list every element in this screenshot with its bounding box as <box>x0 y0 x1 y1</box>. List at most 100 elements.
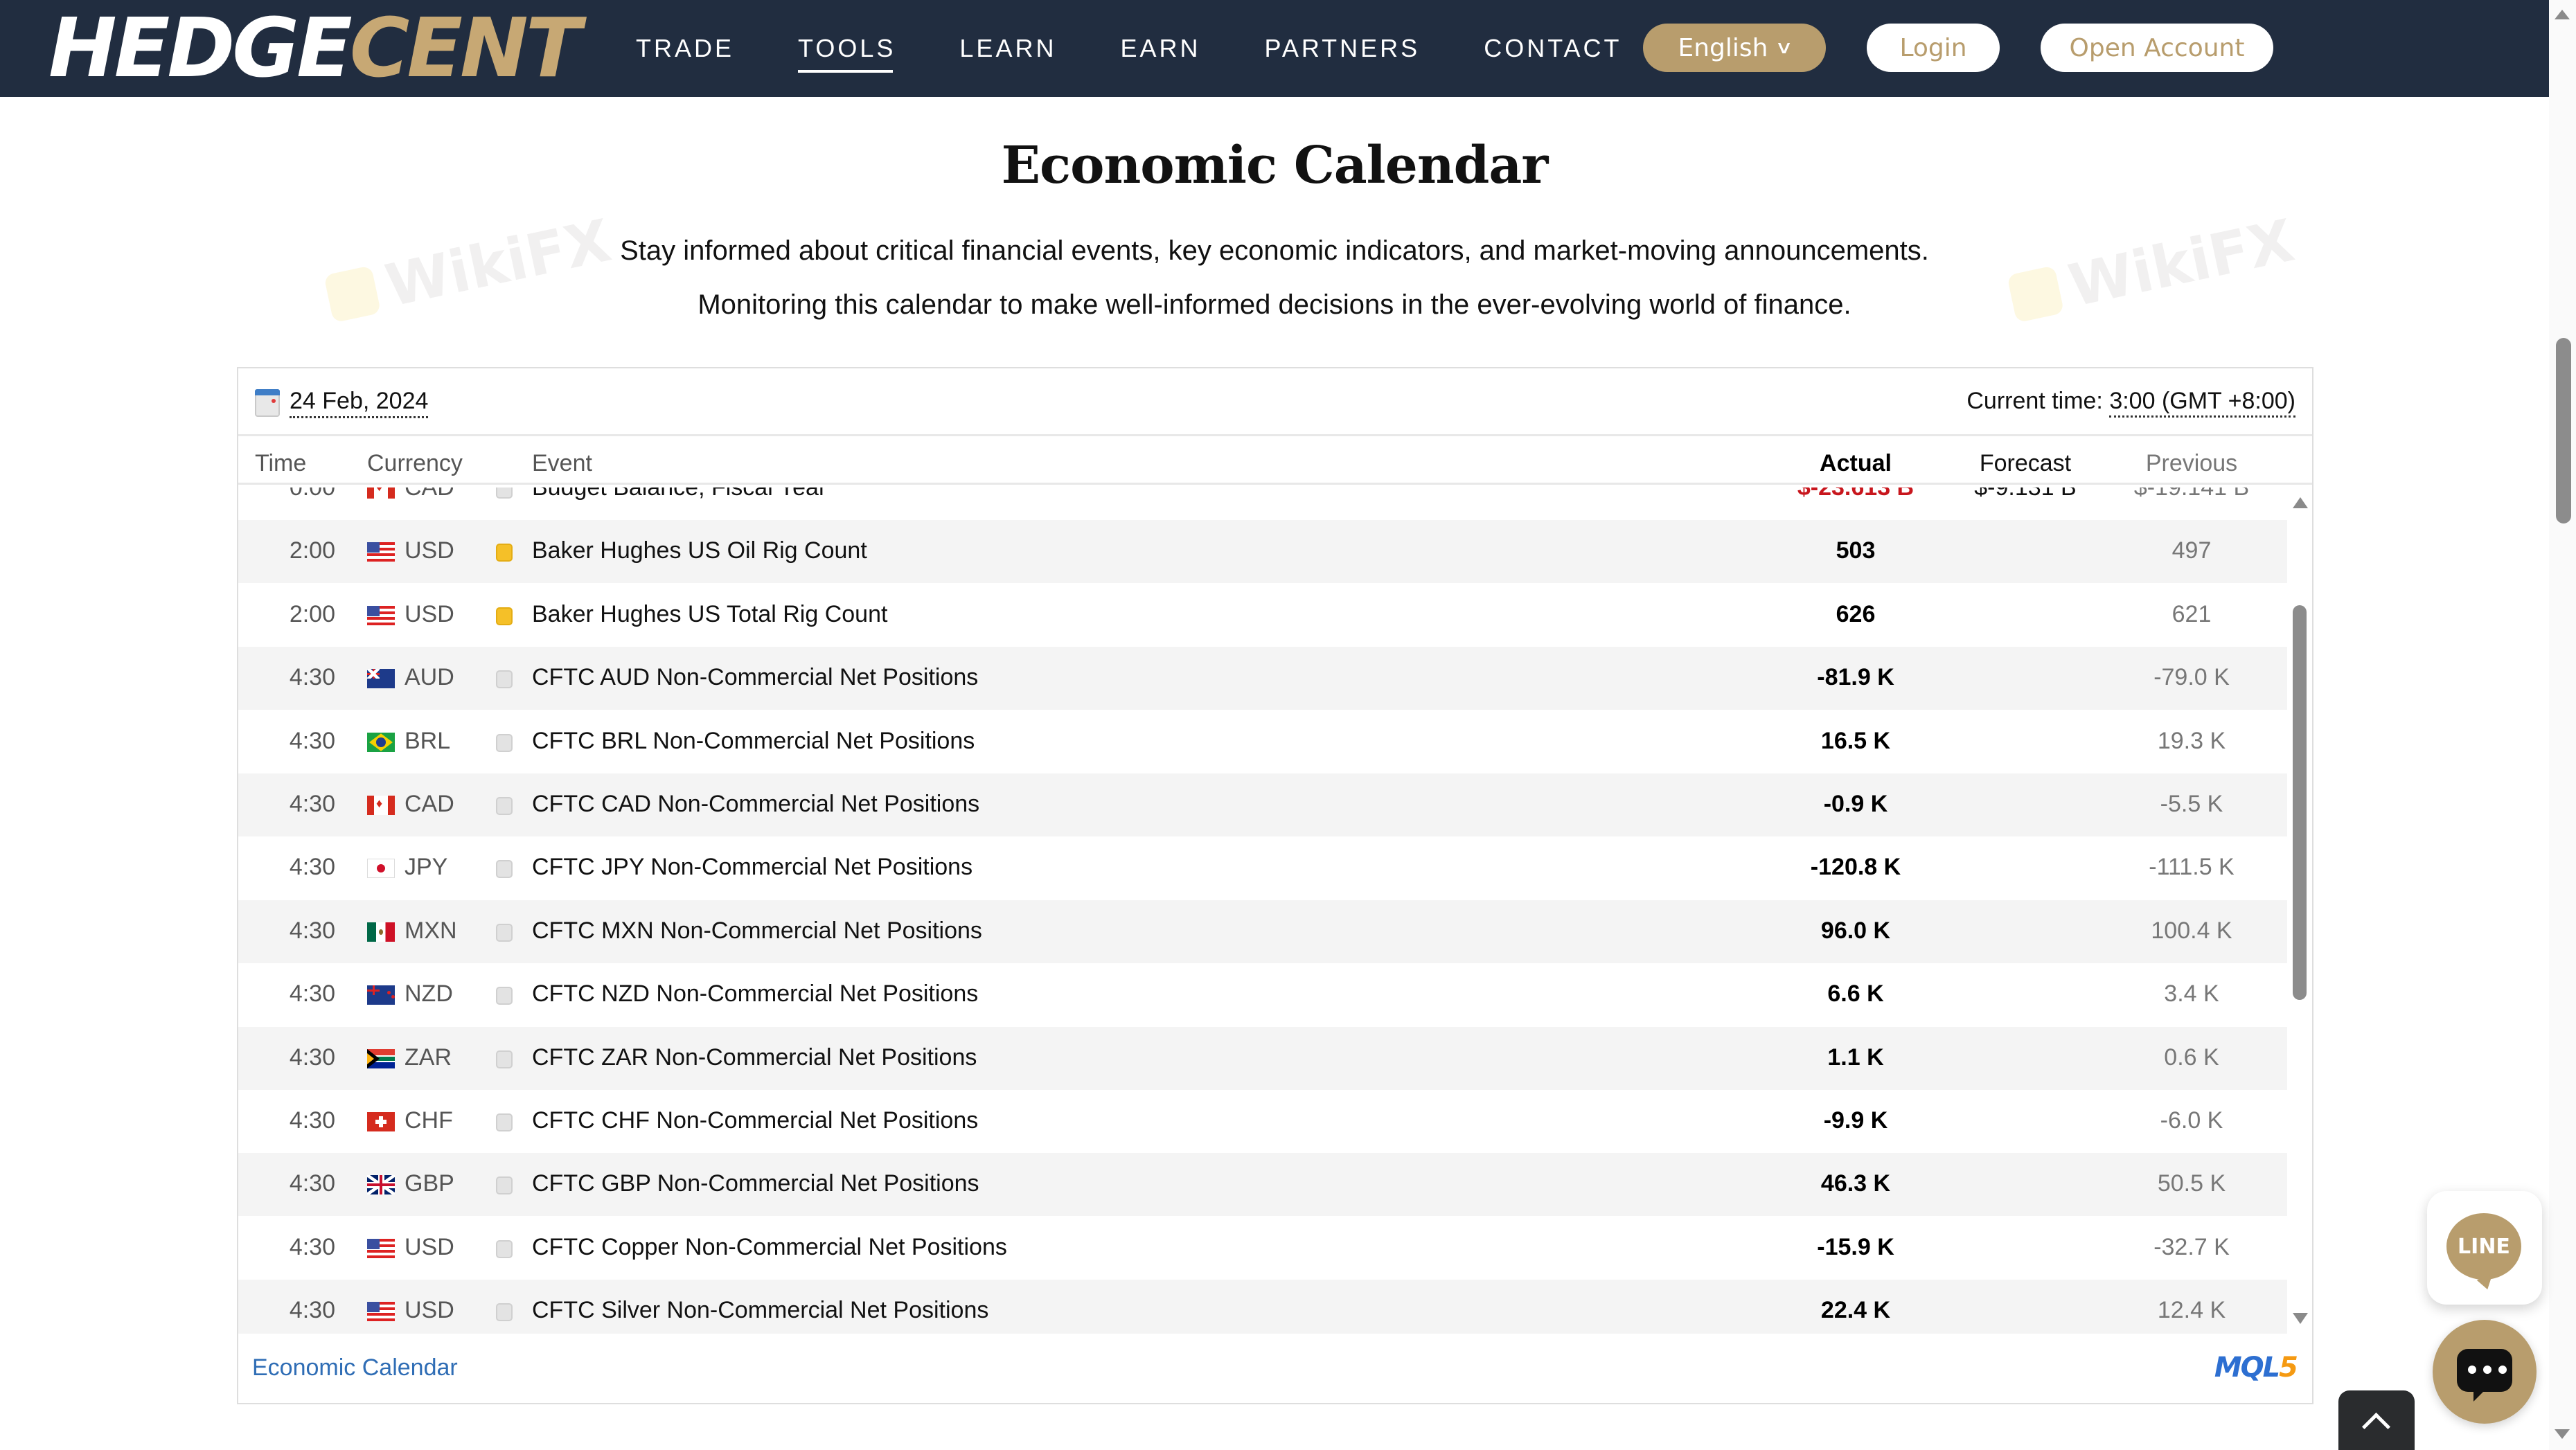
scroll-down-arrow-icon[interactable] <box>2555 1429 2570 1439</box>
column-header-forecast: Forecast <box>1979 450 2072 476</box>
event-row[interactable]: 2:00 USD Baker Hughes US Total Rig Count 62… <box>238 584 2287 647</box>
event-time: 4:30 <box>289 917 335 944</box>
calendar-icon[interactable] <box>255 389 280 417</box>
flag-jp-icon <box>367 859 395 879</box>
language-label: English <box>1678 33 1768 62</box>
nav-learn[interactable]: LEARN <box>959 34 1056 63</box>
event-previous: 3.4 K <box>2164 981 2219 1008</box>
site-header: HEDGECENT TRADE TOOLS LEARN EARN PARTNER… <box>0 0 2549 97</box>
event-name[interactable]: CFTC GBP Non-Commercial Net Positions <box>532 1170 979 1197</box>
mql5-logo[interactable]: MQL5 <box>2214 1352 2298 1384</box>
event-currency: NZD <box>405 981 453 1008</box>
page-scrollbar[interactable] <box>2549 0 2576 1450</box>
event-name[interactable]: CFTC BRL Non-Commercial Net Positions <box>532 728 975 755</box>
event-previous: 497 <box>2171 537 2212 564</box>
event-name[interactable]: Baker Hughes US Oil Rig Count <box>532 537 867 564</box>
event-actual: -81.9 K <box>1817 664 1894 691</box>
event-currency: USD <box>405 1297 454 1324</box>
event-row[interactable]: 4:30 BRL CFTC BRL Non-Commercial Net Posit… <box>238 710 2287 773</box>
event-currency: ZAR <box>405 1044 452 1071</box>
event-row[interactable]: 0:00 CAD Budget Balance, Fiscal Year $-23.6… <box>238 487 2287 520</box>
event-name[interactable]: CFTC CAD Non-Commercial Net Positions <box>532 791 979 818</box>
event-row[interactable]: 4:30 NZD CFTC NZD Non-Commercial Net Posit… <box>238 963 2287 1026</box>
event-name[interactable]: CFTC Silver Non-Commercial Net Positions <box>532 1297 988 1324</box>
language-selector[interactable]: English ∨ <box>1643 24 1826 72</box>
date-picker[interactable]: 24 Feb, 2024 <box>255 388 429 418</box>
event-currency: USD <box>405 600 454 627</box>
event-row[interactable]: 2:00 USD Baker Hughes US Oil Rig Count 503 4… <box>238 520 2287 584</box>
event-actual: -0.9 K <box>1823 791 1888 817</box>
importance-low-icon <box>496 923 513 942</box>
page-scrollbar-thumb[interactable] <box>2556 338 2571 523</box>
event-time: 4:30 <box>289 1170 335 1197</box>
event-name[interactable]: CFTC Copper Non-Commercial Net Positions <box>532 1234 1007 1261</box>
event-time: 0:00 <box>289 487 335 501</box>
importance-low-icon <box>496 1113 513 1131</box>
event-name[interactable]: CFTC CHF Non-Commercial Net Positions <box>532 1107 978 1134</box>
event-row[interactable]: 4:30 AUD CFTC AUD Non-Commercial Net Posit… <box>238 647 2287 710</box>
calendar-toolbar: 24 Feb, 2024 Current time: 3:00 (GMT +8:… <box>238 368 2312 436</box>
logo-text-hedge: HEDGE <box>48 0 353 96</box>
event-actual: -15.9 K <box>1817 1233 1894 1260</box>
event-list[interactable]: 0:00 CAD Budget Balance, Fiscal Year $-23.6… <box>238 487 2287 1334</box>
event-actual: 16.5 K <box>1820 727 1891 754</box>
event-row[interactable]: 4:30 JPY CFTC JPY Non-Commercial Net Posit… <box>238 836 2287 899</box>
event-previous: 0.6 K <box>2164 1044 2219 1071</box>
event-previous: -32.7 K <box>2153 1233 2230 1260</box>
nav-tools[interactable]: TOOLS <box>798 34 896 73</box>
event-forecast: $-9.131 B <box>1974 487 2077 501</box>
column-header-previous: Previous <box>2145 450 2238 476</box>
nav-partners[interactable]: PARTNERS <box>1264 34 1420 63</box>
economic-calendar-link[interactable]: Economic Calendar <box>252 1354 458 1381</box>
current-time-label: Current time: <box>1966 388 2103 414</box>
event-row[interactable]: 4:30 MXN CFTC MXN Non-Commercial Net Posit… <box>238 899 2287 963</box>
scroll-down-arrow-icon[interactable] <box>2293 1313 2308 1324</box>
importance-low-icon <box>496 1050 513 1068</box>
event-name[interactable]: CFTC NZD Non-Commercial Net Positions <box>532 981 978 1008</box>
event-actual: $-23.613 B <box>1797 487 1915 501</box>
hedgecent-logo[interactable]: HEDGECENT <box>48 0 581 96</box>
open-account-button[interactable]: Open Account <box>2041 24 2273 72</box>
scroll-up-arrow-icon[interactable] <box>2555 10 2570 19</box>
current-time: Current time: 3:00 (GMT +8:00) <box>1966 388 2295 418</box>
event-name[interactable]: CFTC JPY Non-Commercial Net Positions <box>532 854 972 881</box>
event-name[interactable]: CFTC MXN Non-Commercial Net Positions <box>532 918 982 945</box>
event-row[interactable]: 4:30 USD CFTC Copper Non-Commercial Net Po… <box>238 1217 2287 1280</box>
event-name[interactable]: CFTC ZAR Non-Commercial Net Positions <box>532 1044 977 1071</box>
event-time: 2:00 <box>289 600 335 627</box>
timezone-selector[interactable]: 3:00 (GMT +8:00) <box>2109 388 2295 418</box>
event-list-scrollbar[interactable] <box>2287 487 2312 1334</box>
selected-date[interactable]: 24 Feb, 2024 <box>290 388 429 418</box>
nav-earn[interactable]: EARN <box>1120 34 1200 63</box>
event-row[interactable]: 4:30 USD CFTC Silver Non-Commercial Net Po… <box>238 1280 2287 1334</box>
event-list-scrollbar-thumb[interactable] <box>2293 605 2307 1000</box>
event-previous: 19.3 K <box>2157 727 2226 754</box>
back-to-top-button[interactable] <box>2338 1390 2415 1450</box>
line-contact-button[interactable]: LINE <box>2427 1191 2542 1305</box>
event-name[interactable]: Budget Balance, Fiscal Year <box>532 487 826 501</box>
event-previous: 12.4 K <box>2157 1297 2226 1324</box>
event-row[interactable]: 4:30 CHF CFTC CHF Non-Commercial Net Posit… <box>238 1090 2287 1153</box>
scroll-up-arrow-icon[interactable] <box>2293 497 2308 508</box>
importance-low-icon <box>496 860 513 879</box>
nav-contact[interactable]: CONTACT <box>1484 34 1622 63</box>
event-row[interactable]: 4:30 GBP CFTC GBP Non-Commercial Net Posit… <box>238 1153 2287 1217</box>
event-row[interactable]: 4:30 ZAR CFTC ZAR Non-Commercial Net Posit… <box>238 1026 2287 1090</box>
event-row[interactable]: 4:30 CAD CFTC CAD Non-Commercial Net Posit… <box>238 773 2287 836</box>
event-time: 4:30 <box>289 981 335 1008</box>
login-button[interactable]: Login <box>1867 24 2000 72</box>
event-name[interactable]: Baker Hughes US Total Rig Count <box>532 601 887 628</box>
event-previous: -6.0 K <box>2160 1107 2223 1134</box>
event-previous: 50.5 K <box>2157 1170 2226 1197</box>
event-actual: 96.0 K <box>1820 917 1891 944</box>
flag-us-icon <box>367 1238 395 1258</box>
flag-nz-icon <box>367 985 395 1005</box>
flag-ca-icon <box>367 796 395 815</box>
event-name[interactable]: CFTC AUD Non-Commercial Net Positions <box>532 664 978 691</box>
nav-trade[interactable]: TRADE <box>636 34 734 63</box>
column-header-actual: Actual <box>1820 450 1892 476</box>
event-actual: 1.1 K <box>1827 1044 1884 1071</box>
event-actual: 626 <box>1836 600 1876 627</box>
live-chat-button[interactable] <box>2433 1320 2537 1424</box>
event-time: 4:30 <box>289 854 335 881</box>
